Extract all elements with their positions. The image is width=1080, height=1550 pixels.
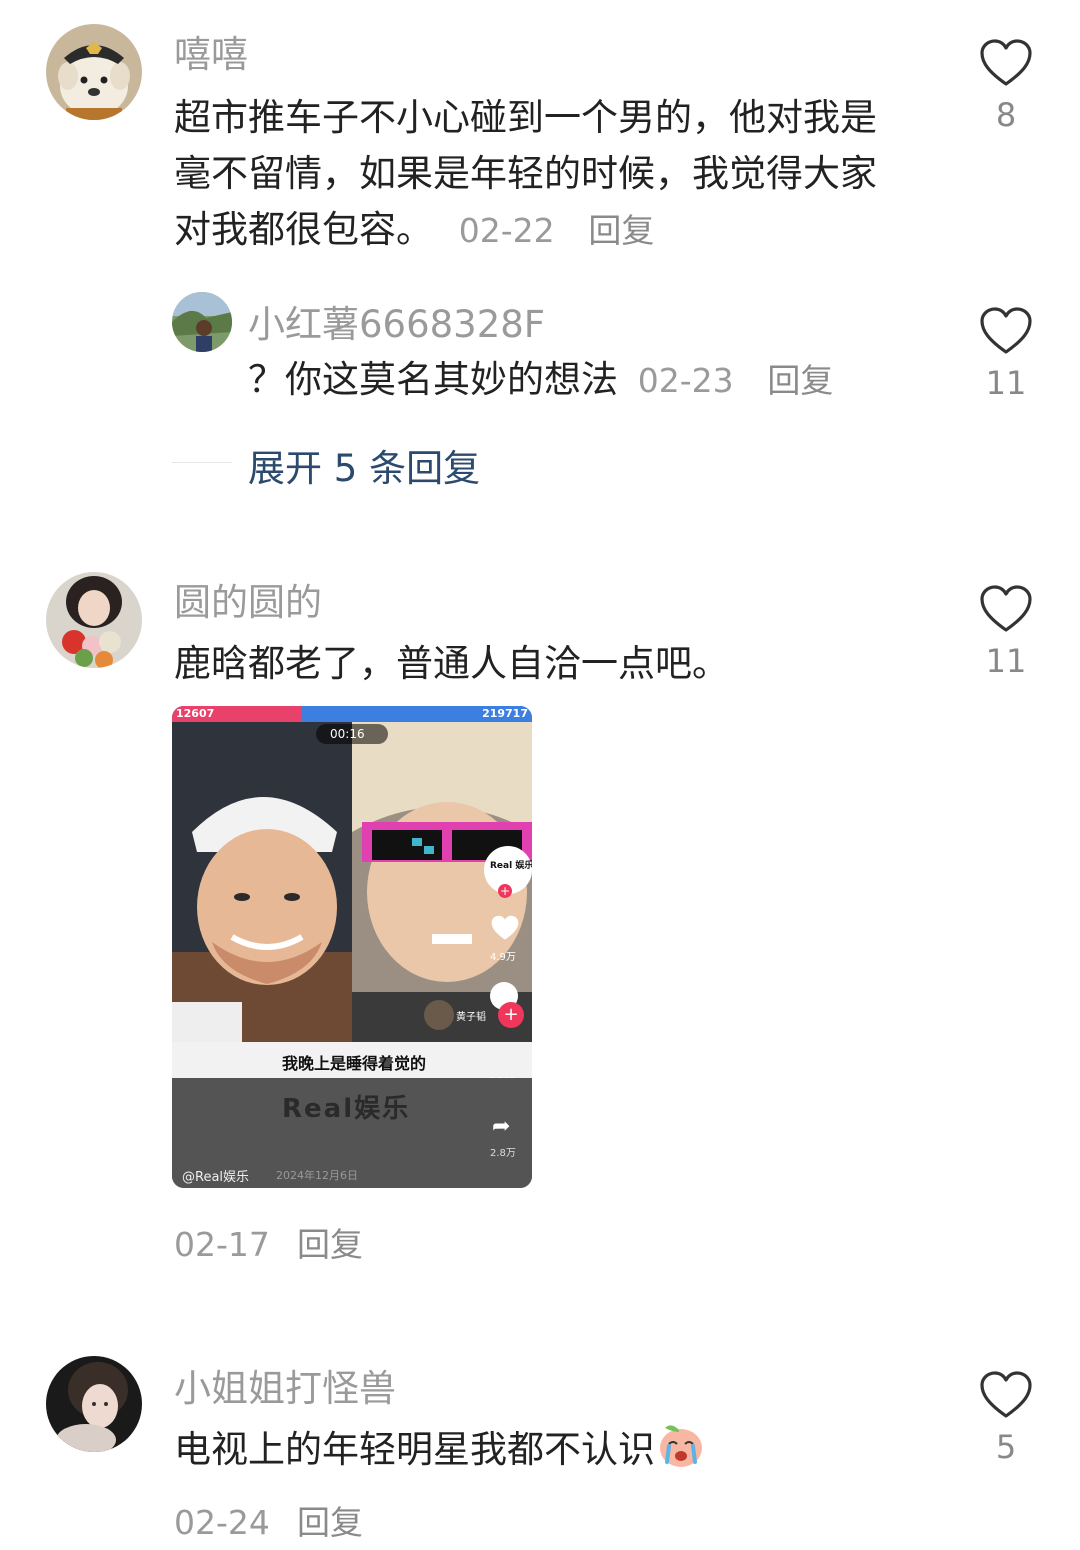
like-button[interactable]: 11 (966, 584, 1046, 680)
like-button[interactable]: 8 (966, 38, 1046, 134)
username[interactable]: 小姐姐打怪兽 (174, 1358, 396, 1412)
like-button[interactable]: 5 (966, 1370, 1046, 1466)
comment-meta: 02-24 回复 (174, 1496, 363, 1544)
subtitle-bar: 我晚上是睡得着觉的 (172, 1042, 532, 1078)
username[interactable]: 嘻嘻 (174, 24, 248, 78)
watermark-text: Real娱乐 (282, 1094, 411, 1124)
heart-icon (980, 1371, 1032, 1418)
dog-with-hat-avatar[interactable] (46, 24, 142, 120)
user-tag-name: 黄子韬 (456, 1012, 486, 1023)
reply-text: ？你这莫名其妙的想法 02-23 回复 (248, 352, 928, 409)
like-count: 5 (995, 1428, 1017, 1466)
comment-body: 电视上的年轻明星我都不认识 (174, 1428, 655, 1471)
comment-date: 02-24 (174, 1503, 270, 1542)
comment-meta: 02-17 回复 (174, 1218, 363, 1266)
like-count: 8 (995, 96, 1017, 134)
user-tag-avatar (424, 1000, 454, 1030)
reply-date: 02-23 (637, 361, 734, 400)
heart-icon (980, 585, 1032, 632)
share-count: 2.8万 (490, 1148, 516, 1159)
follow-plus-icon: + (498, 884, 512, 898)
brand-avatar-text: Real 娱乐 (490, 861, 532, 871)
expand-replies-button[interactable]: 展开 5 条回复 (248, 438, 480, 492)
video-heart-icon (490, 914, 520, 946)
left-score: 12607 (176, 707, 215, 720)
comment-text: 电视上的年轻明星我都不认识 (174, 1422, 934, 1484)
heart-icon (980, 307, 1032, 354)
reply-button[interactable]: 回复 (297, 1503, 363, 1542)
video-like-count: 4.9万 (490, 952, 516, 963)
reply-button[interactable]: 回复 (588, 211, 654, 250)
reply-body: ？你这莫名其妙的想法 (248, 358, 618, 401)
username[interactable]: 小红薯6668328F (248, 294, 545, 348)
share-arrow-icon: ➦ (492, 1114, 511, 1139)
comment-date: 02-22 (458, 211, 555, 250)
comment-image-attachment[interactable]: 12607 219717 00:16 Real 娱乐 + 4.9万 + 黄子韬 … (172, 706, 532, 1188)
comment-text: 超市推车子不小心碰到一个男的，他对我是毫不留情，如果是年轻的时候，我觉得大家对我… (174, 90, 904, 259)
child-photo-avatar[interactable] (172, 292, 232, 352)
right-score: 219717 (482, 707, 528, 720)
like-button[interactable]: 11 (966, 306, 1046, 402)
like-count: 11 (985, 642, 1027, 680)
woman-flowers-avatar[interactable] (46, 572, 142, 668)
heart-icon (980, 39, 1032, 86)
man-with-cap-illustration (172, 722, 352, 1042)
like-count: 11 (985, 364, 1027, 402)
footer-handle: @Real娱乐 (182, 1170, 250, 1185)
expand-divider (172, 462, 232, 463)
crying-peach-emoji (657, 1422, 705, 1484)
live-timer-badge: 00:16 (316, 724, 388, 744)
watermark-area: Real娱乐 ➦ 2.8万 @Real娱乐 2024年12月6日 (172, 1078, 532, 1188)
reply-button[interactable]: 回复 (297, 1225, 363, 1264)
live-timer: 00:16 (330, 727, 365, 741)
left-video-panel (172, 722, 352, 1042)
subtitle-text: 我晚上是睡得着觉的 (282, 1054, 427, 1073)
reply-button[interactable]: 回复 (767, 361, 833, 400)
comment-date: 02-17 (174, 1225, 270, 1264)
plus-icon: + (498, 1002, 524, 1028)
woman-portrait-avatar[interactable] (46, 1356, 142, 1452)
footer-date: 2024年12月6日 (276, 1169, 358, 1182)
comment-text: 鹿晗都老了，普通人自洽一点吧。 (174, 642, 729, 685)
username[interactable]: 圆的圆的 (174, 572, 322, 626)
